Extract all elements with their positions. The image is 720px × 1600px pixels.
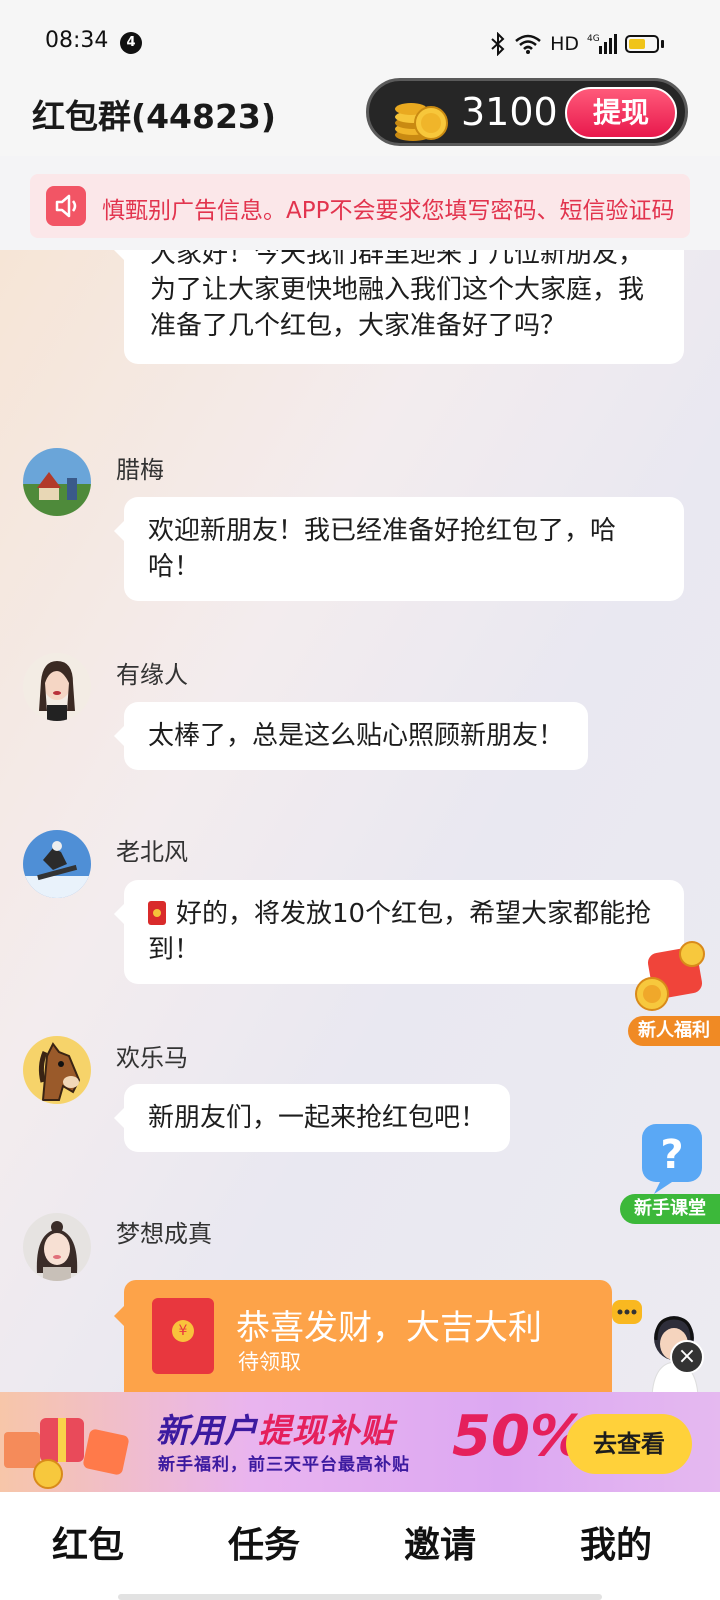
newbie-class-label: 新手课堂 — [620, 1194, 720, 1224]
coin-gift-icon — [635, 941, 705, 1011]
gift-boxes-icon — [4, 1418, 129, 1489]
message-bubble: 新朋友们，一起来抢红包吧！ — [113, 1084, 511, 1152]
customer-service-icon[interactable] — [612, 1300, 720, 1397]
status-icons: HD 4G — [490, 30, 664, 58]
red-envelope-emoji-icon — [148, 901, 166, 925]
notice-text: 慎甄别广告信息。APP不会要求您填写密码、短信验证码 — [102, 198, 675, 224]
red-packet-card[interactable]: 恭喜发财，大吉大利 待领取 — [114, 1280, 612, 1392]
tab-red-packet[interactable]: 红包 — [33, 1512, 125, 1568]
avatar[interactable] — [23, 830, 91, 898]
bluetooth-icon — [491, 32, 505, 56]
sender-name: 老北风 — [116, 838, 188, 866]
newbie-welfare-label: 新人福利 — [628, 1016, 720, 1046]
coin-count: 3100 — [461, 90, 558, 134]
banner-subtitle: 新手福利，前三天平台最高补贴 — [158, 1455, 410, 1475]
banner-title: 新用户提现补贴 — [156, 1411, 394, 1450]
tab-invite[interactable]: 邀请 — [404, 1516, 476, 1568]
speaker-icon — [46, 186, 86, 226]
status-time: 08:34 — [45, 28, 109, 53]
gold-coins-icon — [395, 103, 448, 141]
notice-bar: 慎甄别广告信息。APP不会要求您填写密码、短信验证码 — [30, 174, 690, 238]
battery-icon — [625, 35, 659, 53]
message-bubble: 大家好！今天我们群里迎来了几位新朋友，为了让大家更快地融入我们这个大家庭，我准备… — [114, 250, 684, 364]
red-packet-title: 恭喜发财，大吉大利 — [236, 1308, 542, 1348]
message-bubble: 好的，将发放10个红包，希望大家都能抢到！ — [114, 880, 684, 984]
message-bubble: 欢迎新朋友！我已经准备好抢红包了，哈哈！ — [114, 497, 684, 601]
app-screen: 08:34 4 HD 4G 红包群(44823) 3100 提现 慎甄别广告信息… — [0, 0, 720, 1600]
avatar[interactable] — [23, 653, 91, 721]
chat-area[interactable]: 大家好！今天我们群里迎来了几位新朋友，为了让大家更快地融入我们这个大家庭，我准备… — [0, 250, 720, 1392]
avatar[interactable] — [23, 1213, 91, 1281]
header: 红包群(44823) 3100 提现 — [0, 74, 720, 156]
message-text: 欢迎新朋友！我已经准备好抢红包了，哈哈！ — [148, 516, 617, 582]
tab-tasks[interactable]: 任务 — [228, 1516, 300, 1568]
notification-badge: 4 — [120, 32, 142, 54]
withdraw-button[interactable]: 提现 — [565, 87, 677, 139]
message-bubble: 太棒了，总是这么贴心照顾新朋友！ — [113, 702, 589, 770]
network-type: HD — [550, 33, 579, 55]
group-title: 红包群(44823) — [32, 97, 276, 136]
sender-name: 梦想成真 — [116, 1220, 212, 1248]
sender-name: 有缘人 — [116, 661, 188, 689]
home-indicator[interactable] — [118, 1594, 602, 1600]
message-text: 太棒了，总是这么贴心照顾新朋友！ — [148, 721, 565, 751]
svg-text:4G: 4G — [587, 34, 600, 44]
sender-name: 欢乐马 — [116, 1044, 188, 1072]
bottom-tab-bar: 红包 任务 邀请 我的 — [0, 1492, 720, 1600]
sender-name: 腊梅 — [116, 456, 164, 484]
wifi-icon — [515, 34, 541, 54]
promo-banner[interactable]: 新用户提现补贴 新手福利，前三天平台最高补贴 50% 去查看 — [0, 1392, 720, 1492]
avatar[interactable] — [23, 448, 91, 516]
svg-text:?: ? — [660, 1132, 683, 1178]
coin-balance[interactable]: 3100 提现 — [366, 78, 688, 146]
newbie-welfare-widget[interactable]: 新人福利 — [628, 940, 720, 1046]
signal-icon: 4G — [587, 34, 617, 54]
avatar[interactable] — [23, 1036, 91, 1104]
view-details-button[interactable]: 去查看 — [566, 1414, 692, 1474]
message-text: 大家好！今天我们群里迎来了几位新朋友，为了让大家更快地融入我们这个大家庭，我准备… — [150, 250, 645, 341]
red-packet-status: 待领取 — [238, 1350, 301, 1374]
tab-mine[interactable]: 我的 — [580, 1516, 652, 1568]
question-bubble-icon: ? — [642, 1124, 702, 1194]
newbie-class-widget[interactable]: ? 新手课堂 — [620, 1118, 720, 1224]
message-text: 好的，将发放10个红包，希望大家都能抢到！ — [148, 899, 652, 965]
close-icon[interactable]: × — [670, 1340, 704, 1374]
message-text: 新朋友们，一起来抢红包吧！ — [148, 1103, 487, 1133]
battery-cap — [661, 40, 664, 48]
red-envelope-icon — [152, 1298, 214, 1374]
